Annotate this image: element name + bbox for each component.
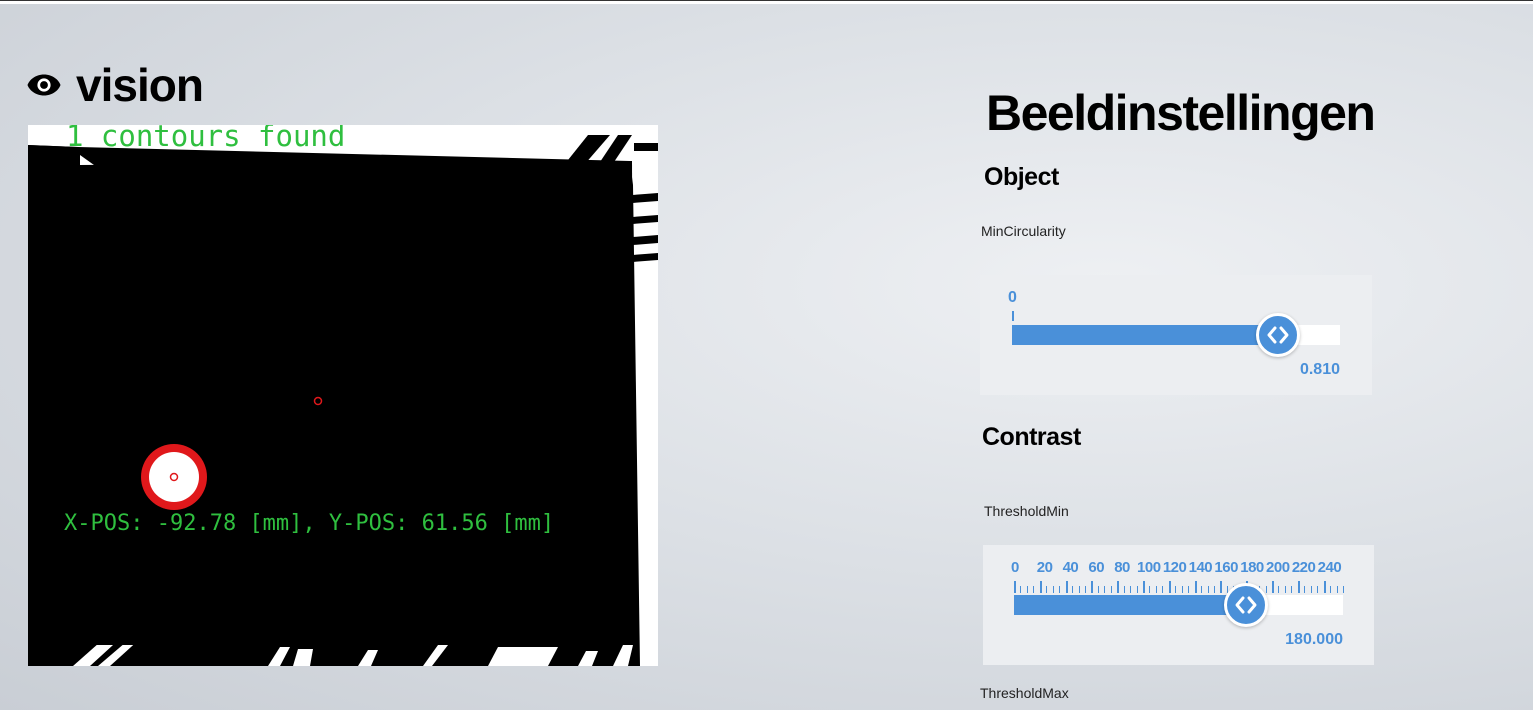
thresholdmin-tick-mark [1278, 586, 1279, 593]
section-contrast-title: Contrast [982, 423, 1081, 451]
thresholdmin-slider-panel: 0 20 40 60 80 100 120 140 160 180 200 220 240 180.00… [983, 545, 1374, 665]
thresholdmin-tick-mark [1046, 586, 1047, 593]
thresholdmin-slider-handle[interactable] [1224, 583, 1268, 627]
thresholdmin-tick-mark [1079, 586, 1080, 593]
thresholdmin-tick-mark [1169, 581, 1171, 593]
thresholdmin-tick-mark [1091, 581, 1093, 593]
thresholdmin-tick-mark [1324, 581, 1326, 593]
thresholdmin-tick-mark [1072, 586, 1073, 593]
thresholdmin-tick-mark [1156, 586, 1157, 593]
thresholdmin-tick-mark [1130, 586, 1131, 593]
thresholdmin-tick-mark [1053, 586, 1054, 593]
thresholdmin-tick-label: 20 [1036, 559, 1053, 576]
thresholdmin-tick-mark [1220, 581, 1222, 593]
thresholdmin-tick-mark [1137, 586, 1138, 593]
mincircularity-value: 0.810 [1299, 361, 1340, 378]
mincircularity-slider-handle[interactable] [1256, 313, 1300, 357]
thresholdmin-tick-mark [1027, 586, 1028, 593]
thresholdmin-tick-label: 200 [1266, 559, 1290, 576]
thresholdmin-tick-label: 140 [1188, 559, 1213, 576]
thresholdmin-tick-mark [1266, 586, 1267, 593]
thresholdmin-tick-mark [1020, 586, 1021, 593]
thresholdmin-tick-mark [1111, 586, 1112, 593]
thresholdmin-tick-label: 120 [1162, 559, 1187, 576]
thresholdmin-tick-label: 60 [1088, 559, 1105, 576]
thresholdmin-tick-mark [1182, 586, 1183, 593]
eye-icon [27, 74, 61, 96]
thresholdmin-label: ThresholdMin [984, 503, 1069, 519]
thresholdmin-tick-mark [1014, 581, 1016, 593]
thresholdmin-tick-mark [1098, 586, 1099, 593]
double-chevron-icon [1267, 326, 1289, 344]
thresholdmin-tick-mark [1085, 586, 1086, 593]
section-object-title: Object [984, 163, 1059, 191]
thresholdmin-tick-mark [1304, 586, 1305, 593]
thresholdmin-tick-mark [1059, 586, 1060, 593]
thresholdmin-tick-mark [1195, 581, 1197, 593]
thresholdmax-label: ThresholdMax [980, 685, 1069, 701]
thresholdmin-tick-mark [1330, 586, 1331, 593]
thresholdmin-tick-label: 240 [1317, 559, 1342, 576]
thresholdmin-tick-mark [1208, 586, 1209, 593]
thresholdmin-tick-label: 100 [1137, 559, 1161, 576]
thresholdmin-tick-mark [1343, 586, 1344, 593]
app-title: vision [76, 59, 204, 111]
thresholdmin-tick-mark [1298, 581, 1300, 593]
thresholdmin-tick-mark [1162, 586, 1163, 593]
thresholdmin-slider-fill [1014, 595, 1246, 615]
thresholdmin-tick-label: 40 [1062, 559, 1079, 576]
thresholdmin-tick-mark [1117, 581, 1119, 593]
thresholdmin-tick-mark [1143, 581, 1145, 593]
thresholdmin-tick-mark [1272, 581, 1274, 593]
thresholdmin-value: 180.000 [1285, 631, 1343, 648]
thresholdmin-tick-mark [1149, 586, 1150, 593]
thresholdmin-tick-mark [1104, 586, 1105, 593]
thresholdmin-tick-mark [1311, 586, 1312, 593]
thresholdmin-tick-mark [1291, 586, 1292, 593]
camera-frame [28, 125, 658, 666]
app-header: vision [26, 58, 204, 112]
thresholdmin-tick-mark [1066, 581, 1068, 593]
thresholdmin-tick-label: 0 [1011, 559, 1019, 576]
settings-title: Beeldinstellingen [986, 85, 1376, 141]
contours-found-text: 1 contours found [66, 125, 346, 153]
thresholdmin-tick-mark [1317, 586, 1318, 593]
thresholdmin-tick-mark [1285, 586, 1286, 593]
thresholdmin-tick-mark [1337, 586, 1338, 593]
thresholdmin-tick-mark [1201, 586, 1202, 593]
thresholdmin-tick-label: 80 [1114, 559, 1130, 576]
thresholdmin-tick-mark [1214, 586, 1215, 593]
thresholdmin-tick-mark [1124, 586, 1125, 593]
mincircularity-slider-panel: 0 0.810 [980, 275, 1372, 395]
thresholdmin-tick-label: 160 [1214, 559, 1238, 576]
thresholdmin-tick-mark [1175, 586, 1176, 593]
mincircularity-tick-label: 0 [1008, 289, 1017, 306]
thresholdmin-tick-label: 180 [1240, 559, 1264, 576]
camera-view: 1 contours found X-POS: -92.78 [mm], Y-P… [28, 125, 658, 666]
thresholdmin-slider-track[interactable] [1014, 595, 1343, 615]
mincircularity-slider-fill [1012, 325, 1278, 345]
mincircularity-tick-mark [1012, 311, 1014, 321]
position-readout: X-POS: -92.78 [mm], Y-POS: 61.56 [mm] [64, 511, 555, 536]
thresholdmin-tick-mark [1040, 581, 1042, 593]
thresholdmin-tick-mark [1033, 586, 1034, 593]
mincircularity-label: MinCircularity [981, 223, 1066, 239]
double-chevron-icon [1235, 596, 1257, 614]
thresholdmin-tick-label: 220 [1291, 559, 1316, 576]
top-border [0, 0, 1533, 4]
thresholdmin-tick-mark [1188, 586, 1189, 593]
